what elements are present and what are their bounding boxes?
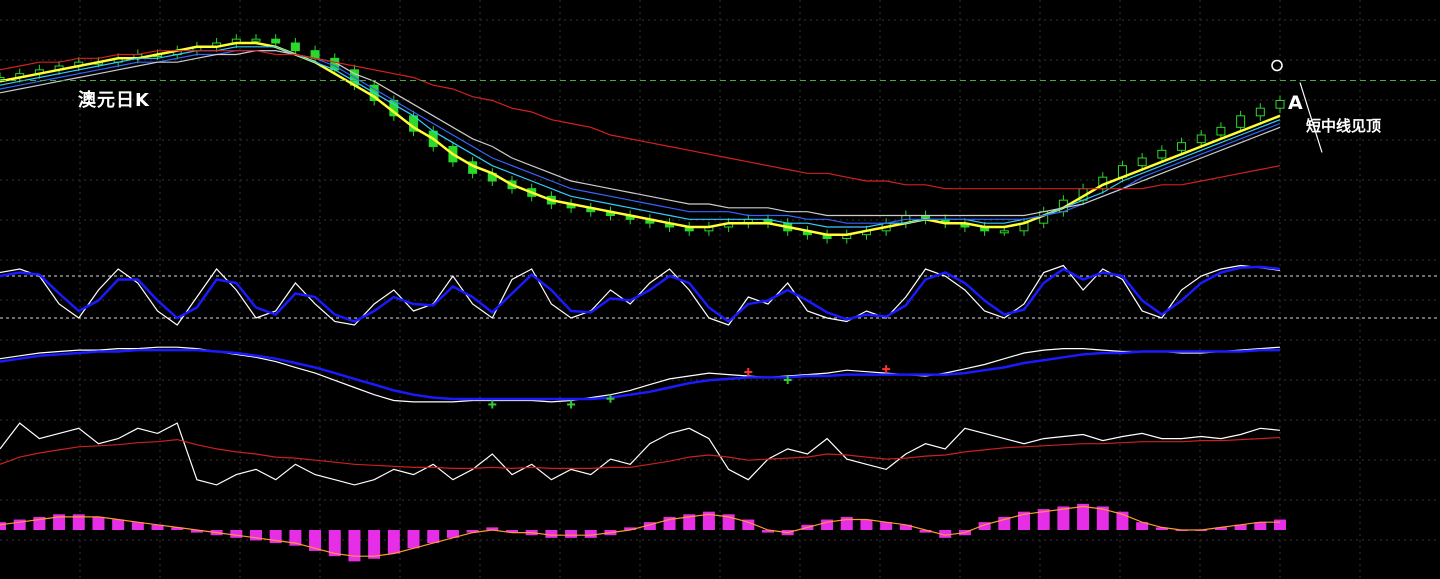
candle-body (1177, 142, 1187, 151)
candle-body (1275, 100, 1285, 109)
candle-body (999, 230, 1009, 234)
candle-body (1157, 149, 1167, 159)
candle-body (1137, 157, 1147, 167)
candle-body (1255, 107, 1265, 117)
chart-title: 澳元日K (78, 90, 150, 111)
top-signal-note: 短中线见顶 (1306, 117, 1382, 135)
macd-histogram-bar (860, 519, 873, 530)
candle-body (1236, 115, 1246, 128)
macd-histogram-bar (584, 530, 597, 538)
candle-body (271, 38, 281, 44)
point-label-a: A (1288, 92, 1303, 114)
macd-histogram-bar (368, 530, 381, 559)
macd-histogram-bar (387, 530, 400, 554)
macd-histogram-bar (112, 519, 125, 530)
macd-histogram-bar (565, 530, 578, 538)
macd-histogram-bar (545, 530, 558, 538)
macd-histogram-bar (0, 522, 6, 530)
macd-histogram-bar (1077, 503, 1090, 530)
candle-body (0, 77, 5, 80)
macd-histogram-bar (92, 516, 105, 530)
indicator-chart (0, 0, 1440, 579)
candle-body (1216, 126, 1226, 136)
candle-body (290, 42, 300, 52)
macd-histogram-bar (407, 530, 420, 549)
macd-histogram-bar (840, 516, 853, 530)
candle-body (251, 38, 261, 42)
macd-histogram-bar (1274, 519, 1286, 530)
macd-histogram-bar (427, 530, 440, 544)
candle-body (1196, 134, 1206, 144)
macd-histogram-bar (230, 530, 243, 538)
